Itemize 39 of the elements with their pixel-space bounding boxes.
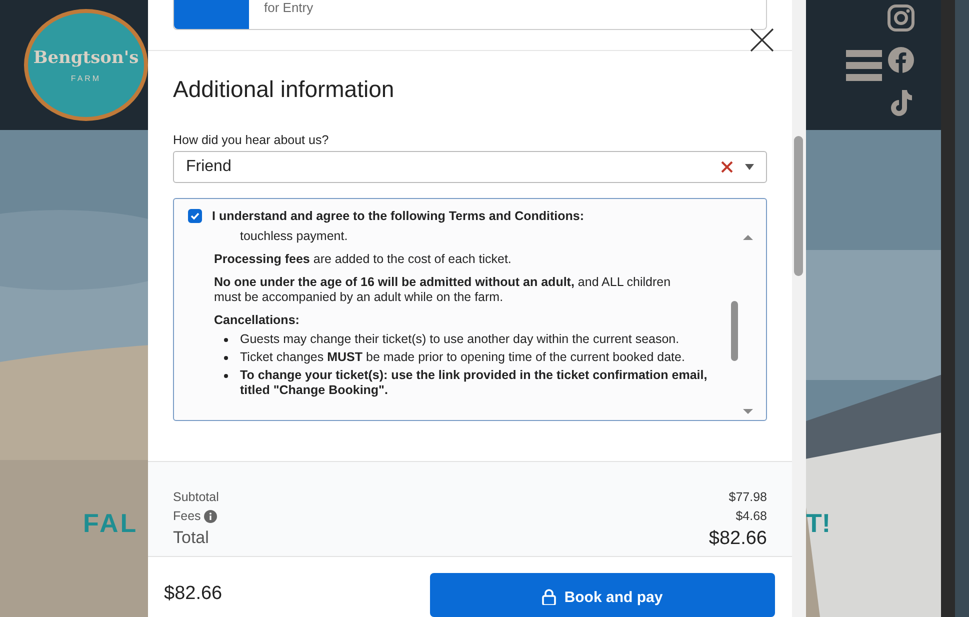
logo-subtitle: FARM — [70, 74, 102, 82]
bullet-icon — [224, 374, 228, 378]
total-value: $82.66 — [708, 528, 767, 550]
terms-bullet: Guests may change their ticket(s) to use another day within the current season. — [240, 332, 680, 347]
clear-icon[interactable] — [721, 161, 733, 173]
dialog-scrollbar[interactable] — [792, 0, 806, 617]
scrollbar-thumb[interactable] — [731, 301, 738, 361]
hero-heading: FAL — [83, 508, 138, 539]
bullet-icon — [224, 356, 228, 360]
logo-name: Bengtson's — [33, 48, 139, 68]
ticket-description: for Entry — [263, 0, 314, 15]
terms-text: touchless payment. — [239, 229, 349, 244]
facebook-icon[interactable] — [887, 46, 915, 74]
scrollbar[interactable] — [941, 0, 955, 617]
fees-label: Fees — [173, 509, 201, 523]
instagram-icon[interactable] — [887, 4, 915, 32]
subtotal-label: Subtotal — [173, 490, 220, 504]
source-select[interactable]: Friend — [173, 151, 767, 183]
terms-paragraph: No one under the age of 16 will be admitted without an adult, and ALL children must be accompanied by an adult while on the farm. — [214, 275, 672, 305]
close-icon[interactable] — [750, 28, 774, 52]
agree-checkbox[interactable] — [188, 209, 202, 223]
menu-icon[interactable] — [846, 50, 882, 82]
terms-bullet: Ticket changes MUST be made prior to opening time of the current booked date. — [240, 350, 685, 365]
total-label: Total — [173, 528, 210, 549]
footer-price: $82.66 — [164, 582, 222, 606]
subtotal-value: $77.98 — [728, 490, 767, 504]
bullet-icon — [224, 338, 228, 342]
terms-heading: Cancellations: — [214, 313, 300, 328]
fees-value: $4.68 — [734, 509, 767, 523]
info-icon[interactable] — [204, 510, 217, 522]
terms-label: I understand and agree to the following Terms and Conditions: — [212, 209, 584, 223]
caret-icon[interactable] — [745, 164, 754, 170]
field-label: How did you hear about us? — [173, 133, 330, 147]
book-button[interactable]: Book and pay — [430, 573, 775, 617]
lock-icon — [542, 589, 556, 605]
terms-paragraph: Processing fees are added to the cost of each ticket. — [214, 252, 512, 267]
section-heading: Additional information — [173, 76, 396, 103]
terms-bullet: To change your ticket(s): use the link provided in the ticket confirmation email, titled "Change Booking". — [240, 368, 708, 398]
hero-heading: T! — [806, 508, 831, 539]
